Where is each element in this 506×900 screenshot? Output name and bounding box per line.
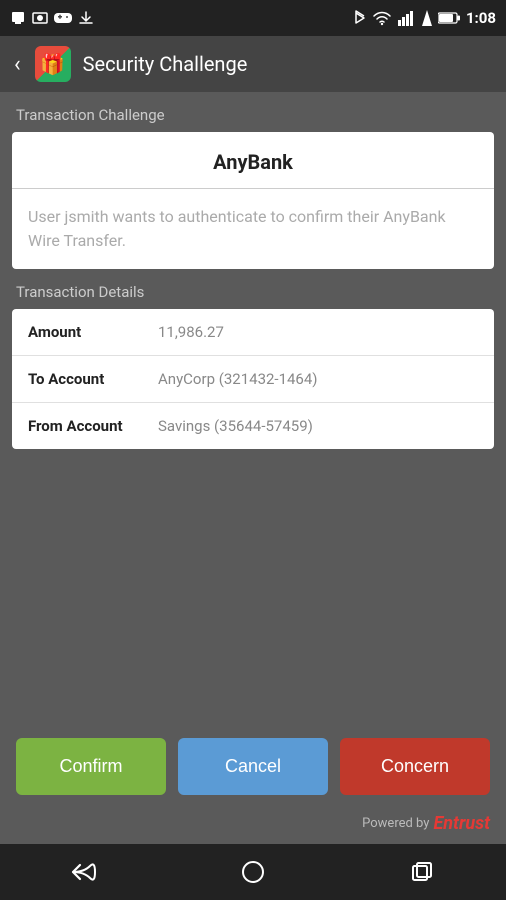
nav-back-icon	[70, 861, 98, 883]
detail-row-from-account: From Account Savings (35644-57459)	[12, 403, 494, 449]
transaction-challenge-header: Transaction Challenge	[0, 92, 506, 132]
transaction-details-card: Amount 11,986.27 To Account AnyCorp (321…	[12, 309, 494, 449]
status-icons-left	[10, 10, 94, 26]
signal-arrow-icon	[422, 10, 432, 26]
card-bank-title: AnyBank	[12, 132, 494, 189]
flex-spacer	[0, 449, 506, 722]
powered-by-prefix: Powered by	[362, 816, 429, 831]
bluetooth-icon	[354, 9, 366, 27]
nav-recent-button[interactable]	[397, 852, 447, 892]
transaction-challenge-card: AnyBank User jsmith wants to authenticat…	[12, 132, 494, 269]
transaction-details-header: Transaction Details	[0, 269, 506, 309]
battery-icon	[438, 12, 460, 24]
wifi-icon	[372, 10, 392, 26]
nav-recent-icon	[411, 861, 433, 883]
concern-button[interactable]: Concern	[340, 738, 490, 795]
amount-label: Amount	[28, 323, 158, 341]
confirm-button[interactable]: Confirm	[16, 738, 166, 795]
app-icon	[35, 46, 71, 82]
from-account-label: From Account	[28, 417, 158, 435]
time-display: 1:08	[466, 9, 496, 27]
detail-row-to-account: To Account AnyCorp (321432-1464)	[12, 356, 494, 403]
to-account-value: AnyCorp (321432-1464)	[158, 370, 318, 388]
main-content: Transaction Challenge AnyBank User jsmit…	[0, 92, 506, 844]
cancel-button[interactable]: Cancel	[178, 738, 328, 795]
download-icon	[78, 10, 94, 26]
app-bar-title: Security Challenge	[83, 52, 248, 76]
photo-icon	[32, 10, 48, 26]
powered-by-brand: Entrust	[433, 813, 490, 834]
notification-icon	[10, 10, 26, 26]
buttons-area: Confirm Cancel Concern	[0, 722, 506, 809]
amount-value: 11,986.27	[158, 323, 224, 341]
back-arrow-icon[interactable]: ‹	[14, 52, 21, 77]
gamepad-icon	[54, 11, 72, 25]
detail-row-amount: Amount 11,986.27	[12, 309, 494, 356]
signal-icon	[398, 10, 416, 26]
status-icons-right: 1:08	[354, 9, 496, 27]
app-bar: ‹ Security Challenge	[0, 36, 506, 92]
to-account-label: To Account	[28, 370, 158, 388]
nav-bar	[0, 844, 506, 900]
nav-back-button[interactable]	[59, 852, 109, 892]
card-body-text: User jsmith wants to authenticate to con…	[12, 189, 494, 269]
status-bar: 1:08	[0, 0, 506, 36]
from-account-value: Savings (35644-57459)	[158, 417, 313, 435]
nav-home-button[interactable]	[228, 852, 278, 892]
powered-by-bar: Powered by Entrust	[0, 809, 506, 844]
nav-home-icon	[241, 860, 265, 884]
